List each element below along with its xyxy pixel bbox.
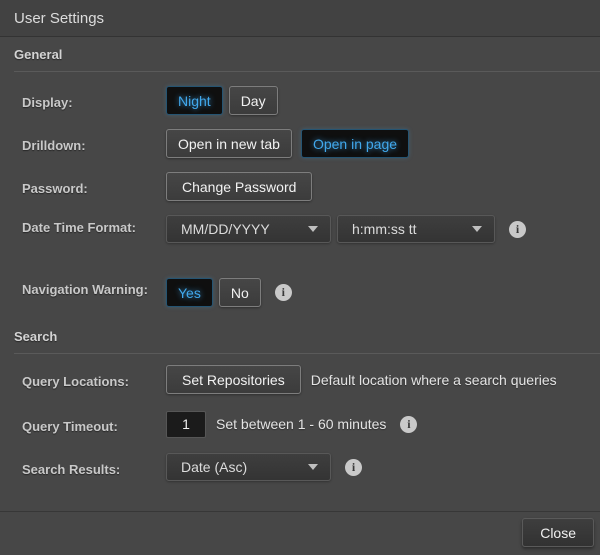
display-label: Display: xyxy=(0,86,166,113)
dialog-title: User Settings xyxy=(14,10,104,27)
search-results-dropdown[interactable]: Date (Asc) xyxy=(166,453,331,481)
set-repositories-button[interactable]: Set Repositories xyxy=(166,365,301,394)
password-label: Password: xyxy=(0,172,166,199)
query-locations-label: Query Locations: xyxy=(0,365,166,392)
time-format-value: h:mm:ss tt xyxy=(352,221,417,237)
chevron-down-icon xyxy=(308,226,318,232)
chevron-down-icon xyxy=(308,464,318,470)
section-header-search: Search xyxy=(14,330,600,354)
drilldown-in-page-button[interactable]: Open in page xyxy=(301,129,409,158)
section-header-general: General xyxy=(14,48,600,72)
chevron-down-icon xyxy=(472,226,482,232)
display-toggle-group: Night Day xyxy=(166,86,278,115)
row-display: Display: Night Day xyxy=(0,86,600,115)
query-timeout-label: Query Timeout: xyxy=(0,410,166,437)
info-icon[interactable]: i xyxy=(275,284,292,301)
datetime-format-label: Date Time Format: xyxy=(0,215,166,238)
query-timeout-input[interactable] xyxy=(166,411,206,438)
drilldown-toggle-group: Open in new tab Open in page xyxy=(166,129,409,158)
date-format-value: MM/DD/YYYY xyxy=(181,221,270,237)
info-icon[interactable]: i xyxy=(345,459,362,476)
time-format-dropdown[interactable]: h:mm:ss tt xyxy=(337,215,495,243)
query-timeout-description: Set between 1 - 60 minutes xyxy=(216,410,386,438)
search-results-label: Search Results: xyxy=(0,453,166,480)
row-drilldown: Drilldown: Open in new tab Open in page xyxy=(0,129,600,158)
date-format-dropdown[interactable]: MM/DD/YYYY xyxy=(166,215,331,243)
row-datetime-format: Date Time Format: MM/DD/YYYY h:mm:ss tt … xyxy=(0,215,600,243)
info-icon[interactable]: i xyxy=(509,221,526,238)
row-password: Password: Change Password xyxy=(0,172,600,201)
search-results-value: Date (Asc) xyxy=(181,459,247,475)
close-button[interactable]: Close xyxy=(522,518,594,547)
row-navigation-warning: Navigation Warning: Yes No i xyxy=(0,278,600,307)
navigation-warning-label: Navigation Warning: xyxy=(0,278,166,300)
row-query-locations: Query Locations: Set Repositories Defaul… xyxy=(0,365,600,394)
drilldown-label: Drilldown: xyxy=(0,129,166,156)
display-night-button[interactable]: Night xyxy=(166,86,223,115)
nav-warning-yes-button[interactable]: Yes xyxy=(166,278,213,307)
display-day-button[interactable]: Day xyxy=(229,86,278,115)
change-password-button[interactable]: Change Password xyxy=(166,172,312,201)
drilldown-new-tab-button[interactable]: Open in new tab xyxy=(166,129,292,158)
nav-warning-no-button[interactable]: No xyxy=(219,278,261,307)
info-icon[interactable]: i xyxy=(400,416,417,433)
row-search-results: Search Results: Date (Asc) i xyxy=(0,453,600,481)
query-locations-description: Default location where a search queries xyxy=(311,366,557,394)
user-settings-dialog: User Settings General Display: Night Day… xyxy=(0,0,600,555)
dialog-titlebar: User Settings xyxy=(0,0,600,37)
dialog-footer: Close xyxy=(0,511,600,555)
row-query-timeout: Query Timeout: Set between 1 - 60 minute… xyxy=(0,410,600,438)
